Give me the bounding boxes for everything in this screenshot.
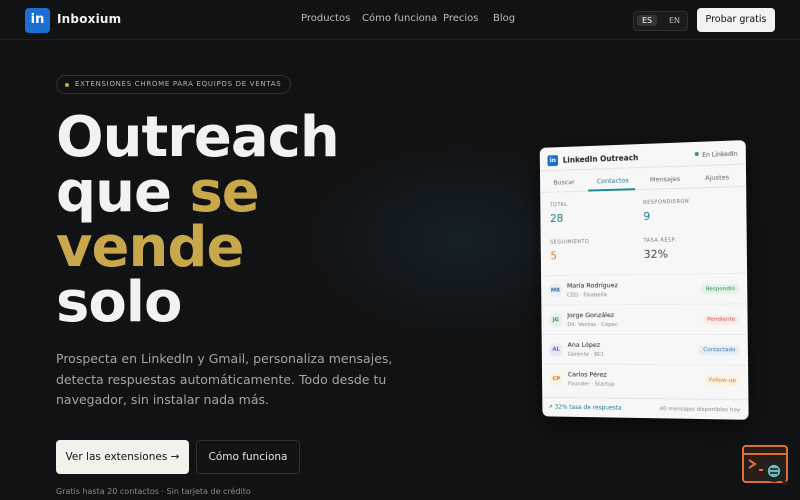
- pill-text: EXTENSIONES CHROME PARA EQUIPOS DE VENTA…: [75, 80, 282, 88]
- connection-status: En LinkedIn: [695, 151, 738, 160]
- headline-line-3: vende: [56, 215, 244, 280]
- how-it-works-button[interactable]: Cómo funciona: [196, 440, 300, 474]
- stat-label: SEGUIMIENTO: [550, 239, 590, 246]
- active-tab-indicator: [588, 188, 636, 192]
- category-pill: EXTENSIONES CHROME PARA EQUIPOS DE VENTA…: [56, 75, 292, 94]
- stat-responded: RESPONDIERON 9: [643, 197, 738, 234]
- contact-role: Gerente · BCI: [567, 351, 604, 358]
- contact-row[interactable]: MR María Rodríguez CEO · Falabella Respo…: [541, 272, 748, 305]
- contact-row[interactable]: JG Jorge González Dir. Ventas · Copec Pe…: [541, 303, 748, 335]
- try-free-button[interactable]: Probar gratis: [697, 8, 775, 32]
- contact-role: Dir. Ventas · Copec: [567, 322, 618, 329]
- stat-followup: SEGUIMIENTO 5: [550, 238, 642, 273]
- status-badge: Contactado: [699, 345, 740, 356]
- tab-mensajes[interactable]: Mensajes: [650, 175, 680, 184]
- stat-total: TOTAL 28: [550, 200, 642, 236]
- lang-es-button[interactable]: ES: [637, 15, 658, 26]
- hero-headline: Outreach que se vende solo: [56, 105, 340, 335]
- headline-line-2: que se: [56, 165, 339, 221]
- linkedin-outreach-card: in LinkedIn Outreach En LinkedIn Buscar …: [539, 140, 749, 420]
- avatar: MR: [548, 283, 563, 298]
- contact-name: Jorge González: [567, 311, 615, 320]
- messages-available-text: 40 mensajes disponibles hoy: [659, 406, 741, 414]
- view-extensions-button[interactable]: Ver las extensiones →: [56, 440, 189, 474]
- stat-value: 28: [549, 211, 564, 226]
- tab-ajustes[interactable]: Ajustes: [705, 173, 729, 182]
- card-title: LinkedIn Outreach: [562, 153, 639, 165]
- linkedin-icon: in: [547, 155, 559, 167]
- stat-label: TOTAL: [549, 201, 568, 209]
- avatar: JG: [549, 313, 563, 328]
- contact-role: Founder · Startup: [567, 381, 615, 388]
- contact-row[interactable]: CP Carlos Pérez Founder · Startup Follow…: [541, 363, 749, 396]
- stat-label: RESPONDIERON: [643, 198, 690, 206]
- tab-buscar[interactable]: Buscar: [553, 178, 574, 187]
- contact-name: Carlos Pérez: [567, 370, 607, 379]
- nav-link-precios[interactable]: Precios: [443, 13, 479, 24]
- logo-icon[interactable]: in: [25, 8, 50, 33]
- stat-value: 5: [550, 249, 558, 263]
- hero-subtitle: Prospecta en LinkedIn y Gmail, personali…: [56, 351, 393, 407]
- status-badge: Respondió: [701, 284, 740, 295]
- response-rate-text: ↗ 32% tasa de respuesta: [548, 403, 622, 412]
- avatar: CP: [549, 372, 564, 387]
- tab-contactos[interactable]: Contactos: [597, 176, 629, 185]
- headline-line-1: Outreach: [56, 105, 340, 170]
- status-dot-icon: [695, 151, 700, 157]
- pill-dot-icon: [65, 83, 69, 87]
- free-note: Gratis hasta 20 contactos · Sin tarjeta …: [56, 487, 251, 496]
- status-badge: Pendiente: [703, 314, 740, 325]
- nav-link-productos[interactable]: Productos: [301, 13, 350, 24]
- lang-en-button[interactable]: EN: [664, 15, 685, 26]
- headline-line-4: solo: [56, 270, 182, 335]
- terminal-search-icon[interactable]: [741, 444, 791, 488]
- contact-list: MR María Rodríguez CEO · Falabella Respo…: [541, 272, 749, 396]
- status-text: En LinkedIn: [702, 150, 738, 159]
- top-navbar: in Inboxium Productos Cómo funciona Prec…: [0, 0, 800, 40]
- stat-value: 9: [643, 209, 651, 223]
- avatar: AL: [549, 342, 563, 357]
- status-badge: Follow-up: [704, 375, 741, 387]
- card-footer: ↗ 32% tasa de respuesta 40 mensajes disp…: [542, 396, 749, 420]
- brand-name[interactable]: Inboxium: [57, 12, 121, 26]
- contact-name: María Rodríguez: [566, 281, 619, 290]
- stat-value: 32%: [643, 247, 669, 261]
- stat-response-rate: TASA RESP. 32%: [644, 236, 739, 272]
- contact-row[interactable]: AL Ana López Gerente · BCI Contactado: [541, 333, 749, 365]
- stat-label: TASA RESP.: [643, 237, 677, 244]
- contact-name: Ana López: [567, 340, 601, 349]
- contact-role: CEO · Falabella: [567, 292, 607, 299]
- nav-link-como-funciona[interactable]: Cómo funciona: [362, 13, 437, 24]
- nav-link-blog[interactable]: Blog: [493, 13, 515, 24]
- language-switch: ES EN: [633, 11, 688, 31]
